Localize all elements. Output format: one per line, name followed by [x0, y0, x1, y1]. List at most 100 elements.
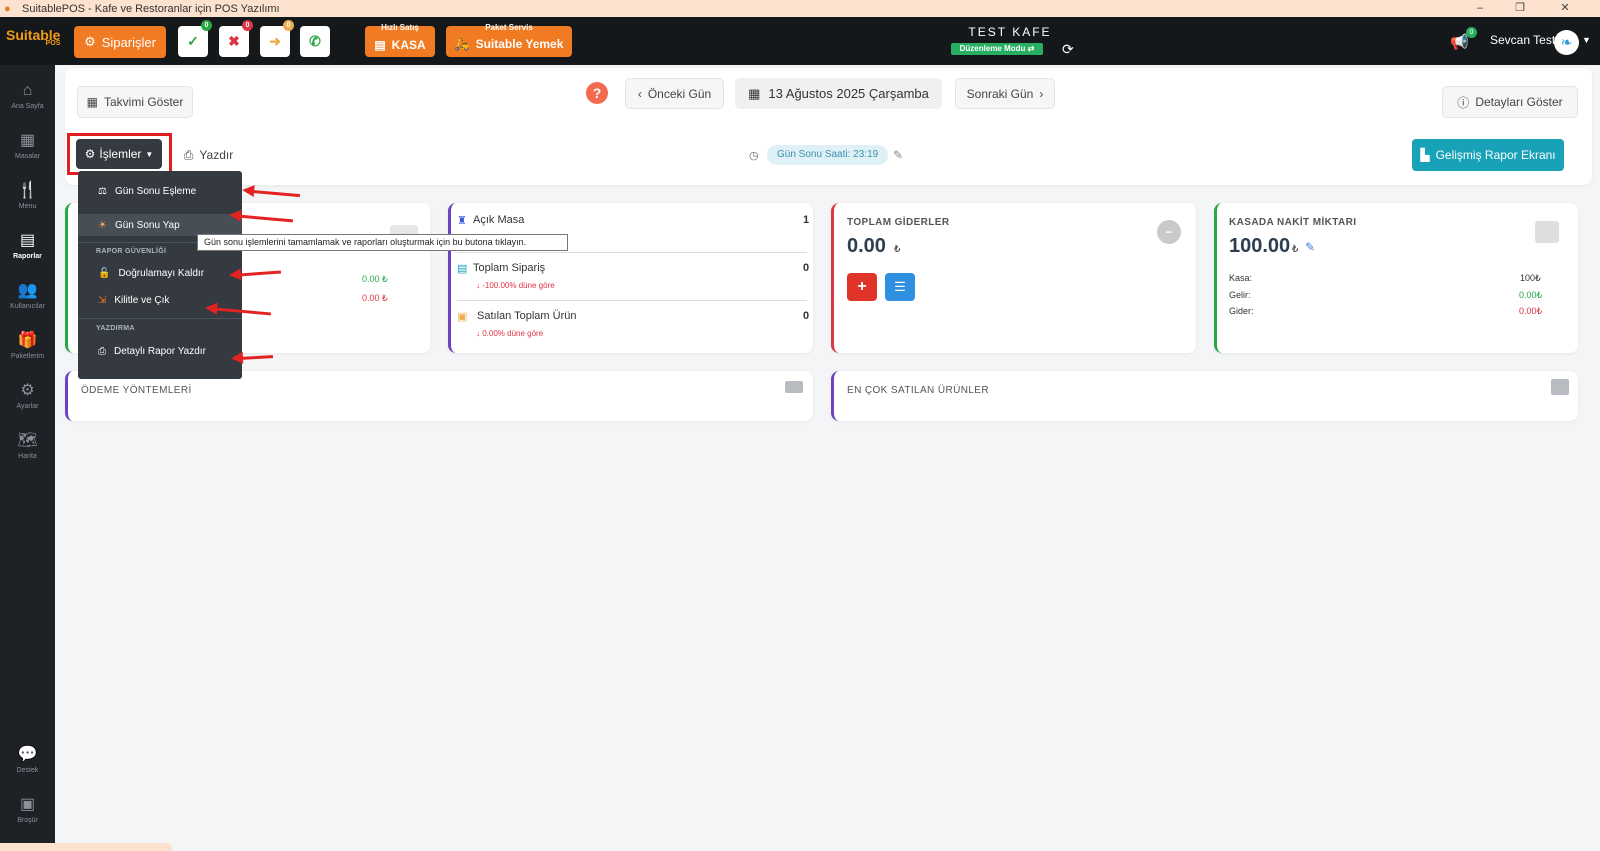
avatar[interactable]: ❧: [1554, 30, 1579, 55]
sidebar-item-tables[interactable]: ▦ Masalar: [0, 131, 55, 160]
orders-button[interactable]: ⚙ Siparişler: [74, 26, 166, 58]
quick-sale-caption: Hızlı Satış: [381, 23, 419, 32]
clock-icon: ◷: [749, 150, 759, 162]
printer-icon: ⎙: [98, 345, 106, 357]
sidebar-item-label: Destek: [16, 767, 39, 774]
next-day-button[interactable]: Sonraki Gün ›: [955, 78, 1055, 109]
sidebar-item-settings[interactable]: ⚙ Ayarlar: [0, 381, 55, 410]
status-bar: [0, 843, 172, 851]
report-icon: ▤: [19, 232, 36, 249]
expenses-label: TOPLAM GİDERLER: [847, 217, 950, 228]
cancelled-orders-button[interactable]: ✖ 0: [219, 20, 253, 57]
show-calendar-label: Takvimi Göster: [103, 95, 184, 109]
eod-time-badge: Gün Sonu Saati: 23:19: [767, 145, 889, 165]
operations-dropdown-menu: ⚖ Gün Sonu Eşleme ☀ Gün Sonu Yap RAPOR G…: [78, 171, 242, 379]
sales-line-2: 0.00 ₺: [362, 293, 388, 303]
quick-sale-button[interactable]: Hızlı Satış ▤ KASA: [365, 23, 435, 57]
menu-header-security: RAPOR GÜVENLİĞİ: [96, 248, 167, 255]
pencil-icon[interactable]: ✎: [893, 148, 903, 162]
show-details-button[interactable]: ⓘ Detayları Göster: [1442, 86, 1578, 118]
print-label: Yazdır: [199, 148, 234, 162]
menu-item-end-of-day[interactable]: ☀ Gün Sonu Yap: [78, 214, 242, 236]
cash-expense-label: Gider:: [1229, 306, 1254, 316]
expenses-currency: ₺: [894, 244, 901, 255]
list-expenses-button[interactable]: ☰: [885, 273, 915, 301]
previous-day-label: Önceki Gün: [647, 86, 712, 101]
menu-item-eod-sync[interactable]: ⚖ Gün Sonu Eşleme: [78, 180, 242, 202]
scale-icon: ⚖: [98, 185, 107, 197]
approve-orders-button[interactable]: ✓ 0: [178, 20, 212, 57]
sidebar-item-brochure[interactable]: ▣ Broşür: [0, 795, 55, 824]
open-tables-label: Açık Masa: [473, 214, 525, 226]
edit-mode-toggle[interactable]: Düzenleme Modu ⇄: [951, 43, 1043, 55]
date-display[interactable]: ▦ 13 Ağustos 2025 Çarşamba: [735, 78, 942, 109]
sidebar-item-home[interactable]: ⌂ Ana Sayfa: [0, 81, 55, 110]
show-calendar-button[interactable]: ▦ Takvimi Göster: [77, 86, 193, 118]
delivery-label: Suitable Yemek: [475, 36, 564, 51]
minimize-button[interactable]: –: [1460, 0, 1500, 17]
megaphone-icon[interactable]: 📢: [1450, 33, 1469, 51]
check-icon: ✓: [187, 33, 199, 49]
cash-register-icon: [1535, 221, 1559, 243]
top-products-title: EN ÇOK SATILAN ÜRÜNLER: [847, 385, 989, 396]
close-button[interactable]: ✕: [1545, 0, 1585, 17]
total-orders-change: ↓ -100.00% düne göre: [476, 281, 555, 290]
top-products-card: EN ÇOK SATILAN ÜRÜNLER: [831, 371, 1578, 421]
phone-orders-button[interactable]: ✆: [300, 26, 330, 57]
info-icon: ⓘ: [1457, 95, 1470, 110]
approve-badge: 0: [201, 20, 212, 31]
utensils-icon: 🍴: [17, 182, 38, 199]
products-sold-label: Satılan Toplam Ürün: [477, 310, 577, 322]
delivery-button[interactable]: Paket Servis 🛵 Suitable Yemek: [446, 23, 572, 57]
chevron-left-icon: ‹: [637, 86, 642, 101]
payment-methods-title: ÖDEME YÖNTEMLERİ: [81, 385, 192, 396]
annotation-arrow: [240, 355, 274, 360]
advanced-report-button[interactable]: ▙ Gelişmiş Rapor Ekranı: [1412, 139, 1564, 171]
maximize-button[interactable]: ❐: [1500, 0, 1540, 17]
divider: [457, 252, 807, 253]
previous-day-button[interactable]: ‹ Önceki Gün: [625, 78, 724, 109]
sidebar-item-label: Ayarlar: [16, 403, 39, 410]
counts-card: ♜ Açık Masa 1 ▤ Toplam Sipariş 0 ↓ -100.…: [448, 203, 813, 353]
menu-item-detailed-print[interactable]: ⎙ Detaylı Rapor Yazdır: [78, 340, 242, 362]
menu-item-label: Kilitle ve Çık: [114, 294, 170, 306]
show-details-label: Detayları Göster: [1475, 95, 1563, 109]
users-icon: 👥: [17, 282, 38, 299]
sidebar-item-label: Broşür: [17, 817, 38, 824]
end-of-day-tooltip: Gün sonu işlemlerini tamamlamak ve rapor…: [197, 234, 568, 251]
cash-value: 100.00: [1229, 235, 1291, 257]
sidebar-item-packages[interactable]: 🎁 Paketlerim: [0, 331, 55, 360]
logo[interactable]: Suitable POS: [6, 27, 60, 47]
sidebar-item-map[interactable]: 🗺 Harita: [0, 431, 55, 460]
sidebar-item-reports[interactable]: ▤ Raporlar: [0, 231, 55, 260]
current-date: 13 Ağustos 2025 Çarşamba: [768, 86, 929, 101]
sidebar-item-label: Raporlar: [13, 253, 42, 260]
window-titlebar: ● SuitablePOS - Kafe ve Restoranlar için…: [0, 0, 1600, 17]
x-icon: ✖: [228, 33, 240, 49]
products-sold-value: 0: [803, 310, 810, 322]
forward-orders-button[interactable]: ➜ 0: [260, 20, 294, 57]
table-icon: ▦: [19, 132, 36, 149]
sign-out-icon: ⇲: [98, 294, 107, 306]
sidebar-item-label: Masalar: [15, 153, 40, 160]
chat-icon: 💬: [17, 746, 38, 763]
help-icon[interactable]: ?: [586, 82, 608, 104]
sidebar-item-support[interactable]: 💬 Destek: [0, 745, 55, 774]
cash-label: KASADA NAKİT MİKTARI: [1229, 217, 1357, 228]
user-name[interactable]: Sevcan Test: [1490, 33, 1555, 47]
sidebar-item-menu[interactable]: 🍴 Menu: [0, 181, 55, 210]
menu-item-remove-verification[interactable]: 🔓 Doğrulamayı Kaldır: [78, 262, 242, 284]
highlight-box: [67, 133, 172, 175]
annotation-arrow: [251, 189, 301, 198]
map-icon: 🗺: [17, 432, 38, 449]
chevron-down-icon[interactable]: ▼: [1582, 35, 1591, 45]
add-expense-button[interactable]: +: [847, 273, 877, 301]
print-button[interactable]: ⎙ Yazdır: [174, 140, 243, 170]
refresh-icon[interactable]: ⟳: [1062, 41, 1074, 58]
forward-badge: 0: [283, 20, 294, 31]
open-tables-value: 1: [803, 214, 810, 226]
phone-icon: ✆: [309, 33, 321, 49]
quick-sale-label: KASA: [391, 37, 426, 52]
edit-icon[interactable]: ✎: [1305, 240, 1315, 254]
sidebar-item-users[interactable]: 👥 Kullanıcılar: [0, 281, 55, 310]
